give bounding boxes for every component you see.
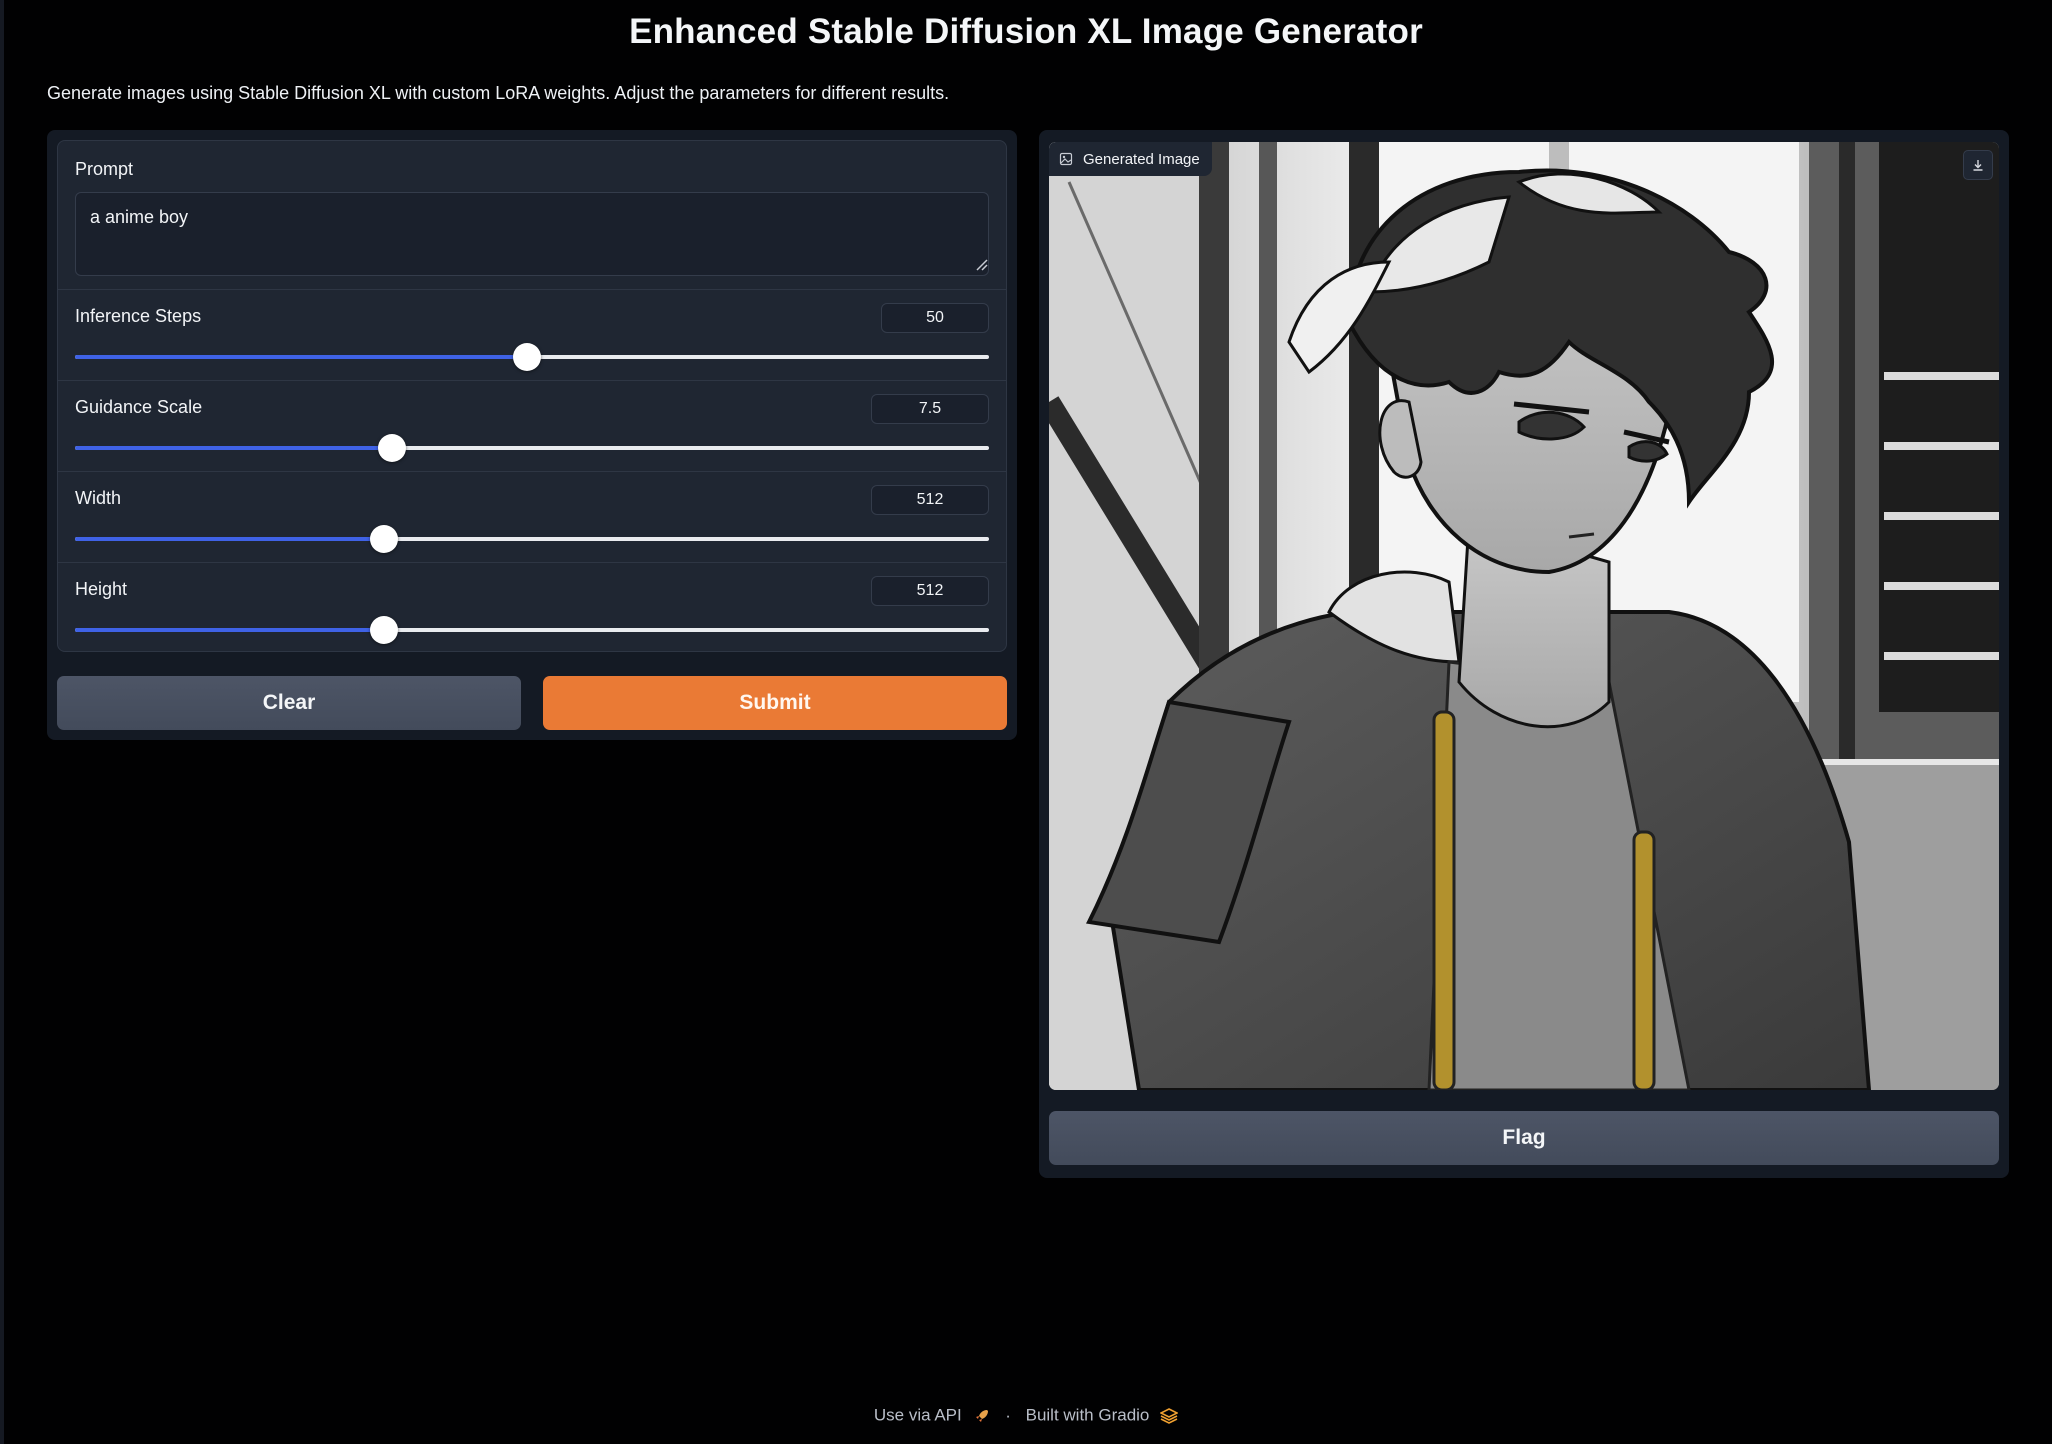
prompt-input[interactable] xyxy=(75,192,989,276)
slider-fill xyxy=(75,537,384,541)
slider-fill xyxy=(75,446,393,450)
width-slider[interactable] xyxy=(75,525,989,553)
inference-steps-label: Inference Steps xyxy=(75,306,202,326)
use-via-api-link[interactable]: Use via API xyxy=(874,1406,962,1425)
slider-thumb[interactable] xyxy=(369,525,398,553)
width-number[interactable]: 512 xyxy=(871,485,989,515)
input-panel: Prompt Inference Steps 50 Guidance Scale… xyxy=(47,130,1017,740)
footer-separator: · xyxy=(1005,1405,1011,1425)
rocket-icon xyxy=(976,1409,989,1422)
download-button[interactable] xyxy=(1963,150,1993,180)
page-title: Enhanced Stable Diffusion XL Image Gener… xyxy=(629,12,1423,51)
app-page: Enhanced Stable Diffusion XL Image Gener… xyxy=(0,0,2052,1444)
built-with-gradio-link[interactable]: Built with Gradio xyxy=(1026,1406,1150,1425)
guidance-scale-label: Guidance Scale xyxy=(75,397,203,417)
slider-thumb[interactable] xyxy=(378,434,407,462)
width-label: Width xyxy=(75,488,122,508)
inference-steps-number[interactable]: 50 xyxy=(881,303,989,333)
gradio-logo-icon xyxy=(1159,1407,1179,1424)
guidance-scale-block: Guidance Scale 7.5 xyxy=(58,380,1006,471)
inference-steps-block: Inference Steps 50 xyxy=(58,289,1006,380)
slider-fill xyxy=(75,355,528,359)
slider-fill xyxy=(75,628,384,632)
image-icon xyxy=(1059,152,1073,166)
window-edge xyxy=(0,0,4,1444)
output-panel: Generated Image Flag xyxy=(1039,130,2009,1178)
guidance-scale-number[interactable]: 7.5 xyxy=(871,394,989,424)
controls-box: Prompt Inference Steps 50 Guidance Scale… xyxy=(57,140,1007,652)
height-block: Height 512 xyxy=(58,562,1006,651)
submit-button[interactable]: Submit xyxy=(543,676,1007,730)
anime-boy-illustration xyxy=(1049,142,1999,1090)
footer: Use via API · Built with Gradio xyxy=(0,1405,2052,1426)
width-block: Width 512 xyxy=(58,471,1006,562)
generated-image: Generated Image xyxy=(1049,142,1999,1090)
inference-steps-slider[interactable] xyxy=(75,343,989,371)
flag-button[interactable]: Flag xyxy=(1049,1111,1999,1165)
height-number[interactable]: 512 xyxy=(871,576,989,606)
generated-image-label: Generated Image xyxy=(1049,142,1212,176)
prompt-label: Prompt xyxy=(75,159,134,179)
clear-button[interactable]: Clear xyxy=(57,676,521,730)
generated-image-label-text: Generated Image xyxy=(1083,150,1200,168)
page-description: Generate images using Stable Diffusion X… xyxy=(47,83,950,103)
slider-thumb[interactable] xyxy=(369,616,398,644)
height-label: Height xyxy=(75,579,128,599)
download-icon xyxy=(1973,160,1983,171)
height-slider[interactable] xyxy=(75,616,989,644)
prompt-block: Prompt xyxy=(58,141,1006,289)
resize-grip-icon[interactable] xyxy=(976,259,988,271)
slider-thumb[interactable] xyxy=(513,343,542,371)
guidance-scale-slider[interactable] xyxy=(75,434,989,462)
